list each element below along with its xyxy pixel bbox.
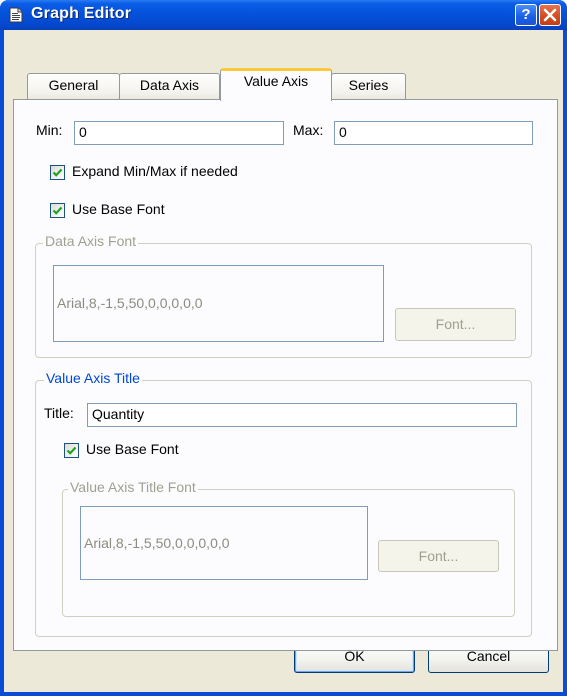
value-axis-title-font-legend: Value Axis Title Font — [68, 479, 198, 495]
title-input[interactable]: Quantity — [87, 403, 517, 427]
checkmark-icon — [66, 446, 77, 455]
checkmark-icon — [52, 168, 63, 177]
close-icon — [543, 8, 557, 22]
tab-series[interactable]: Series — [331, 73, 406, 100]
tab-data-axis[interactable]: Data Axis — [119, 73, 220, 100]
title-use-base-font-checkbox[interactable] — [64, 443, 79, 458]
dialog-client-area: General Data Axis Value Axis Series Min:… — [4, 30, 563, 692]
title-label: Title: — [44, 405, 74, 421]
min-label: Min: — [36, 122, 63, 138]
use-base-font-label[interactable]: Use Base Font — [72, 201, 165, 217]
data-axis-font-button[interactable]: Font... — [395, 308, 516, 341]
min-input[interactable]: 0 — [74, 121, 284, 145]
help-button[interactable]: ? — [515, 4, 537, 26]
title-bar[interactable]: Graph Editor ? — [0, 0, 567, 30]
title-use-base-font-label[interactable]: Use Base Font — [86, 441, 179, 457]
expand-min-max-checkbox[interactable] — [50, 165, 65, 180]
use-base-font-checkbox[interactable] — [50, 203, 65, 218]
window-title: Graph Editor — [31, 5, 132, 22]
value-axis-title-legend: Value Axis Title — [44, 370, 142, 386]
max-label: Max: — [293, 122, 324, 138]
data-axis-font-legend: Data Axis Font — [43, 233, 139, 249]
value-axis-panel: Min: 0 Max: 0 Expand Min/Max if needed U… — [13, 99, 558, 651]
document-icon — [9, 7, 23, 23]
title-font-display: Arial,8,-1,5,50,0,0,0,0,0 — [80, 506, 368, 580]
tab-value-axis[interactable]: Value Axis — [220, 68, 332, 101]
title-font-button[interactable]: Font... — [378, 540, 499, 572]
tab-general[interactable]: General — [27, 73, 120, 100]
graph-editor-window: Graph Editor ? General Data Axis Value A… — [0, 0, 567, 696]
expand-min-max-label[interactable]: Expand Min/Max if needed — [72, 163, 238, 179]
checkmark-icon — [52, 206, 63, 215]
close-button[interactable] — [539, 4, 561, 26]
max-input[interactable]: 0 — [334, 121, 533, 145]
data-axis-font-display: Arial,8,-1,5,50,0,0,0,0,0 — [53, 265, 384, 342]
